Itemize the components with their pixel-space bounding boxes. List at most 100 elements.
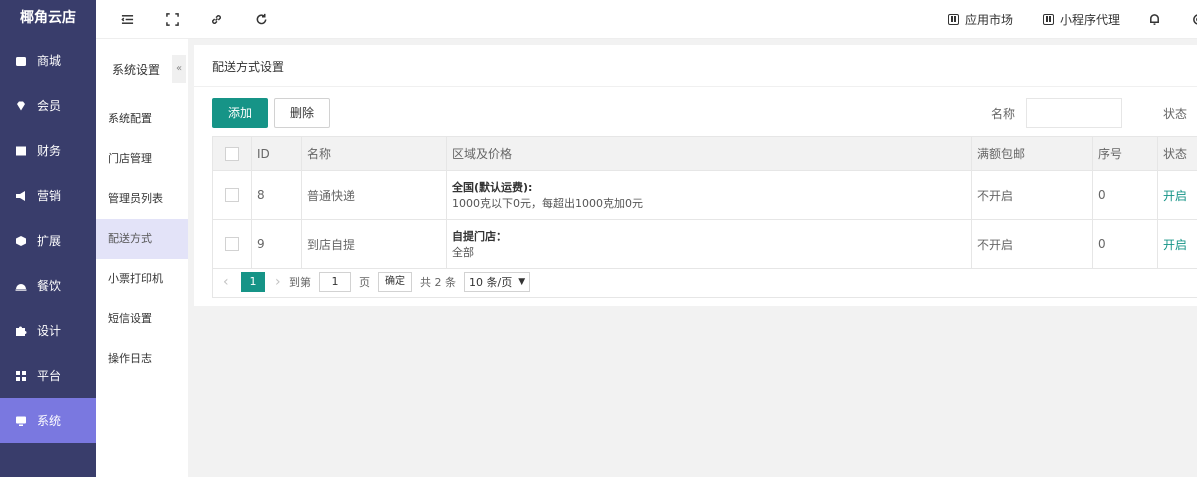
subnav-item-system-config[interactable]: 系统配置	[96, 99, 188, 139]
row-checkbox[interactable]	[225, 237, 239, 252]
column-header: 状态	[1157, 136, 1197, 171]
page-title: 配送方式设置	[194, 45, 1197, 87]
subnav-item-sms[interactable]: 短信设置	[96, 299, 188, 339]
filter-name-label: 名称	[991, 107, 1016, 121]
page-unit-label: 页	[359, 275, 370, 289]
app-market-link[interactable]: 应用市场	[948, 11, 1013, 28]
sidebar-item-member[interactable]: 会员	[0, 83, 96, 128]
sidebar-item-catering[interactable]: 餐饮	[0, 263, 96, 308]
puzzle-icon	[14, 324, 28, 338]
status-cell[interactable]: 开启	[1157, 170, 1197, 220]
app-logo: 椰角云店	[0, 0, 96, 38]
add-button[interactable]: 添加	[212, 98, 269, 128]
table-header-row: ID 名称 区域及价格 满额包邮 序号 状态	[212, 136, 1197, 171]
subnav-item-log[interactable]: 操作日志	[96, 339, 188, 379]
column-header: ID	[251, 136, 302, 171]
sidebar-item-finance[interactable]: 财务	[0, 128, 96, 173]
name-cell: 普通快递	[301, 170, 447, 220]
sidebar-item-label: 系统	[37, 414, 62, 428]
refresh-icon[interactable]	[254, 12, 268, 26]
next-page-button[interactable]: ›	[275, 274, 289, 290]
sidebar-item-shop[interactable]: 商城	[0, 38, 96, 83]
goto-page-input[interactable]: 1	[319, 271, 351, 292]
sidebar-item-marketing[interactable]: 营销	[0, 173, 96, 218]
select-all-cell	[212, 136, 252, 171]
app-market-icon	[948, 14, 959, 25]
sidebar-item-platform[interactable]: 平台	[0, 353, 96, 398]
row-select-cell	[212, 170, 252, 220]
mini-agent-link[interactable]: 小程序代理	[1043, 11, 1120, 28]
collapse-button[interactable]: «	[172, 55, 186, 83]
column-header: 名称	[301, 136, 447, 171]
top-header: 应用市场 小程序代理	[96, 0, 1197, 39]
fullscreen-icon[interactable]	[165, 12, 179, 26]
status-cell[interactable]: 开启	[1157, 219, 1197, 269]
subnav-item-printer[interactable]: 小票打印机	[96, 259, 188, 299]
sidebar-item-label: 营销	[37, 189, 62, 203]
sidebar-item-label: 平台	[37, 369, 62, 383]
free-ship-cell: 不开启	[971, 219, 1093, 269]
main-panel: 配送方式设置 添加 删除 名称 状态 ID 名称 区域及价格 满额包邮 序号 状…	[194, 45, 1197, 306]
settings-icon[interactable]	[1191, 12, 1197, 26]
diamond-icon	[14, 99, 28, 113]
dish-icon	[14, 279, 28, 293]
menu-fold-icon[interactable]	[120, 12, 134, 26]
column-header: 区域及价格	[446, 136, 972, 171]
monitor-icon	[14, 414, 28, 428]
subnav-item-store-manage[interactable]: 门店管理	[96, 139, 188, 179]
sidebar-item-extension[interactable]: 扩展	[0, 218, 96, 263]
order-cell: 0	[1092, 170, 1158, 220]
goto-label: 到第	[289, 275, 311, 289]
pagination: ‹ 1 › 到第 1 页 确定 共 2 条 10 条/页 ▼	[212, 266, 1197, 298]
app-market-label: 应用市场	[965, 13, 1014, 27]
id-cell: 8	[251, 170, 302, 220]
table-row[interactable]: 8 普通快递 全国(默认运费): 1000克以下0元，每超出1000克加0元 不…	[212, 170, 1197, 220]
sidebar-item-label: 扩展	[37, 234, 62, 248]
mini-agent-icon	[1043, 14, 1054, 25]
main-sidebar: 椰角云店 商城 会员 财务 营销 扩展 餐饮 设计 平台 系统	[0, 0, 96, 477]
region-cell: 全国(默认运费): 1000克以下0元，每超出1000克加0元	[446, 170, 972, 220]
sub-sidebar: 系统设置 « 系统配置 门店管理 管理员列表 配送方式 小票打印机 短信设置 操…	[96, 39, 188, 477]
subnav-item-delivery[interactable]: 配送方式	[96, 219, 188, 259]
region-title: 全国(默认运费):	[452, 181, 533, 194]
subnav-title: 系统设置	[112, 62, 161, 77]
sidebar-item-label: 商城	[37, 54, 62, 68]
table-row[interactable]: 9 到店自提 自提门店： 全部 不开启 0 开启	[212, 219, 1197, 269]
id-cell: 9	[251, 219, 302, 269]
link-icon[interactable]	[209, 12, 223, 26]
subnav-header: 系统设置 «	[96, 39, 188, 99]
sidebar-item-system[interactable]: 系统	[0, 398, 96, 443]
sidebar-item-design[interactable]: 设计	[0, 308, 96, 353]
mini-agent-label: 小程序代理	[1060, 13, 1121, 27]
select-all-checkbox[interactable]	[225, 146, 239, 161]
order-cell: 0	[1092, 219, 1158, 269]
sidebar-item-label: 设计	[37, 324, 62, 338]
sidebar-item-label: 财务	[37, 144, 62, 158]
confirm-button[interactable]: 确定	[378, 271, 412, 292]
bell-icon[interactable]	[1147, 12, 1161, 26]
delete-button[interactable]: 删除	[274, 98, 331, 128]
prev-page-button[interactable]: ‹	[223, 274, 237, 290]
delivery-table: ID 名称 区域及价格 满额包邮 序号 状态 8 普通快递 全国(默认运费): …	[212, 136, 1197, 269]
sidebar-item-label: 餐饮	[37, 279, 62, 293]
megaphone-icon	[14, 189, 28, 203]
total-count: 共 2 条	[420, 275, 456, 289]
current-page-button[interactable]: 1	[241, 271, 265, 292]
sidebar-item-label: 会员	[37, 99, 62, 113]
row-select-cell	[212, 219, 252, 269]
name-cell: 到店自提	[301, 219, 447, 269]
name-filter-input[interactable]	[1026, 98, 1122, 128]
region-detail: 1000克以下0元，每超出1000克加0元	[452, 197, 643, 210]
column-header: 满额包邮	[971, 136, 1093, 171]
chevron-down-icon: ▼	[518, 276, 526, 287]
row-checkbox[interactable]	[225, 188, 239, 203]
region-detail: 全部	[452, 246, 474, 259]
cube-icon	[14, 234, 28, 248]
region-cell: 自提门店： 全部	[446, 219, 972, 269]
region-title: 自提门店：	[452, 230, 507, 243]
column-header: 序号	[1092, 136, 1158, 171]
subnav-item-admin-list[interactable]: 管理员列表	[96, 179, 188, 219]
page-size-select[interactable]: 10 条/页 ▼	[464, 271, 531, 292]
shop-icon	[14, 54, 28, 68]
filter-status-label: 状态	[1163, 107, 1188, 121]
